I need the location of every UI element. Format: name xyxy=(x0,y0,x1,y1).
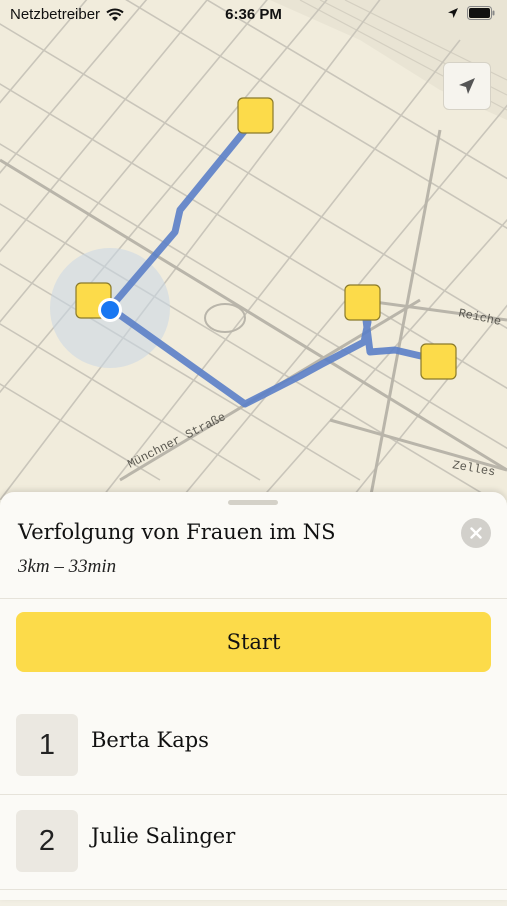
stop-name: Julie Salinger xyxy=(91,824,236,848)
map-view[interactable]: Münchner Straße Reiche Zelles xyxy=(0,0,507,500)
divider xyxy=(0,794,507,795)
stop-list-item[interactable]: 1 Berta Kaps xyxy=(0,714,507,810)
divider xyxy=(0,598,507,599)
map-canvas[interactable]: Münchner Straße Reiche Zelles xyxy=(0,0,507,500)
divider xyxy=(0,889,507,890)
status-right xyxy=(447,6,495,20)
close-button[interactable] xyxy=(461,518,491,548)
tour-distance-duration: 3km – 33min xyxy=(18,556,117,577)
stop-name: Berta Kaps xyxy=(91,728,209,752)
stop-marker[interactable] xyxy=(420,343,457,380)
start-button[interactable]: Start xyxy=(16,612,491,672)
tour-title: Verfolgung von Frauen im NS xyxy=(18,520,336,544)
location-arrow-icon xyxy=(448,8,458,18)
stop-marker[interactable] xyxy=(344,284,381,321)
close-icon xyxy=(470,527,482,539)
status-bar: Netzbetreiber 6:36 PM xyxy=(0,0,507,30)
battery-icon xyxy=(467,6,495,20)
stop-number: 2 xyxy=(16,810,78,872)
stop-number: 1 xyxy=(16,714,78,776)
stop-marker[interactable] xyxy=(237,97,274,134)
tour-bottom-sheet[interactable]: Verfolgung von Frauen im NS 3km – 33min … xyxy=(0,492,507,900)
locate-me-button[interactable] xyxy=(443,62,491,110)
location-arrow-icon xyxy=(459,78,475,94)
sheet-grabber[interactable] xyxy=(228,500,278,505)
clock: 6:36 PM xyxy=(225,6,282,23)
stop-list-item[interactable]: 2 Julie Salinger xyxy=(0,810,507,906)
